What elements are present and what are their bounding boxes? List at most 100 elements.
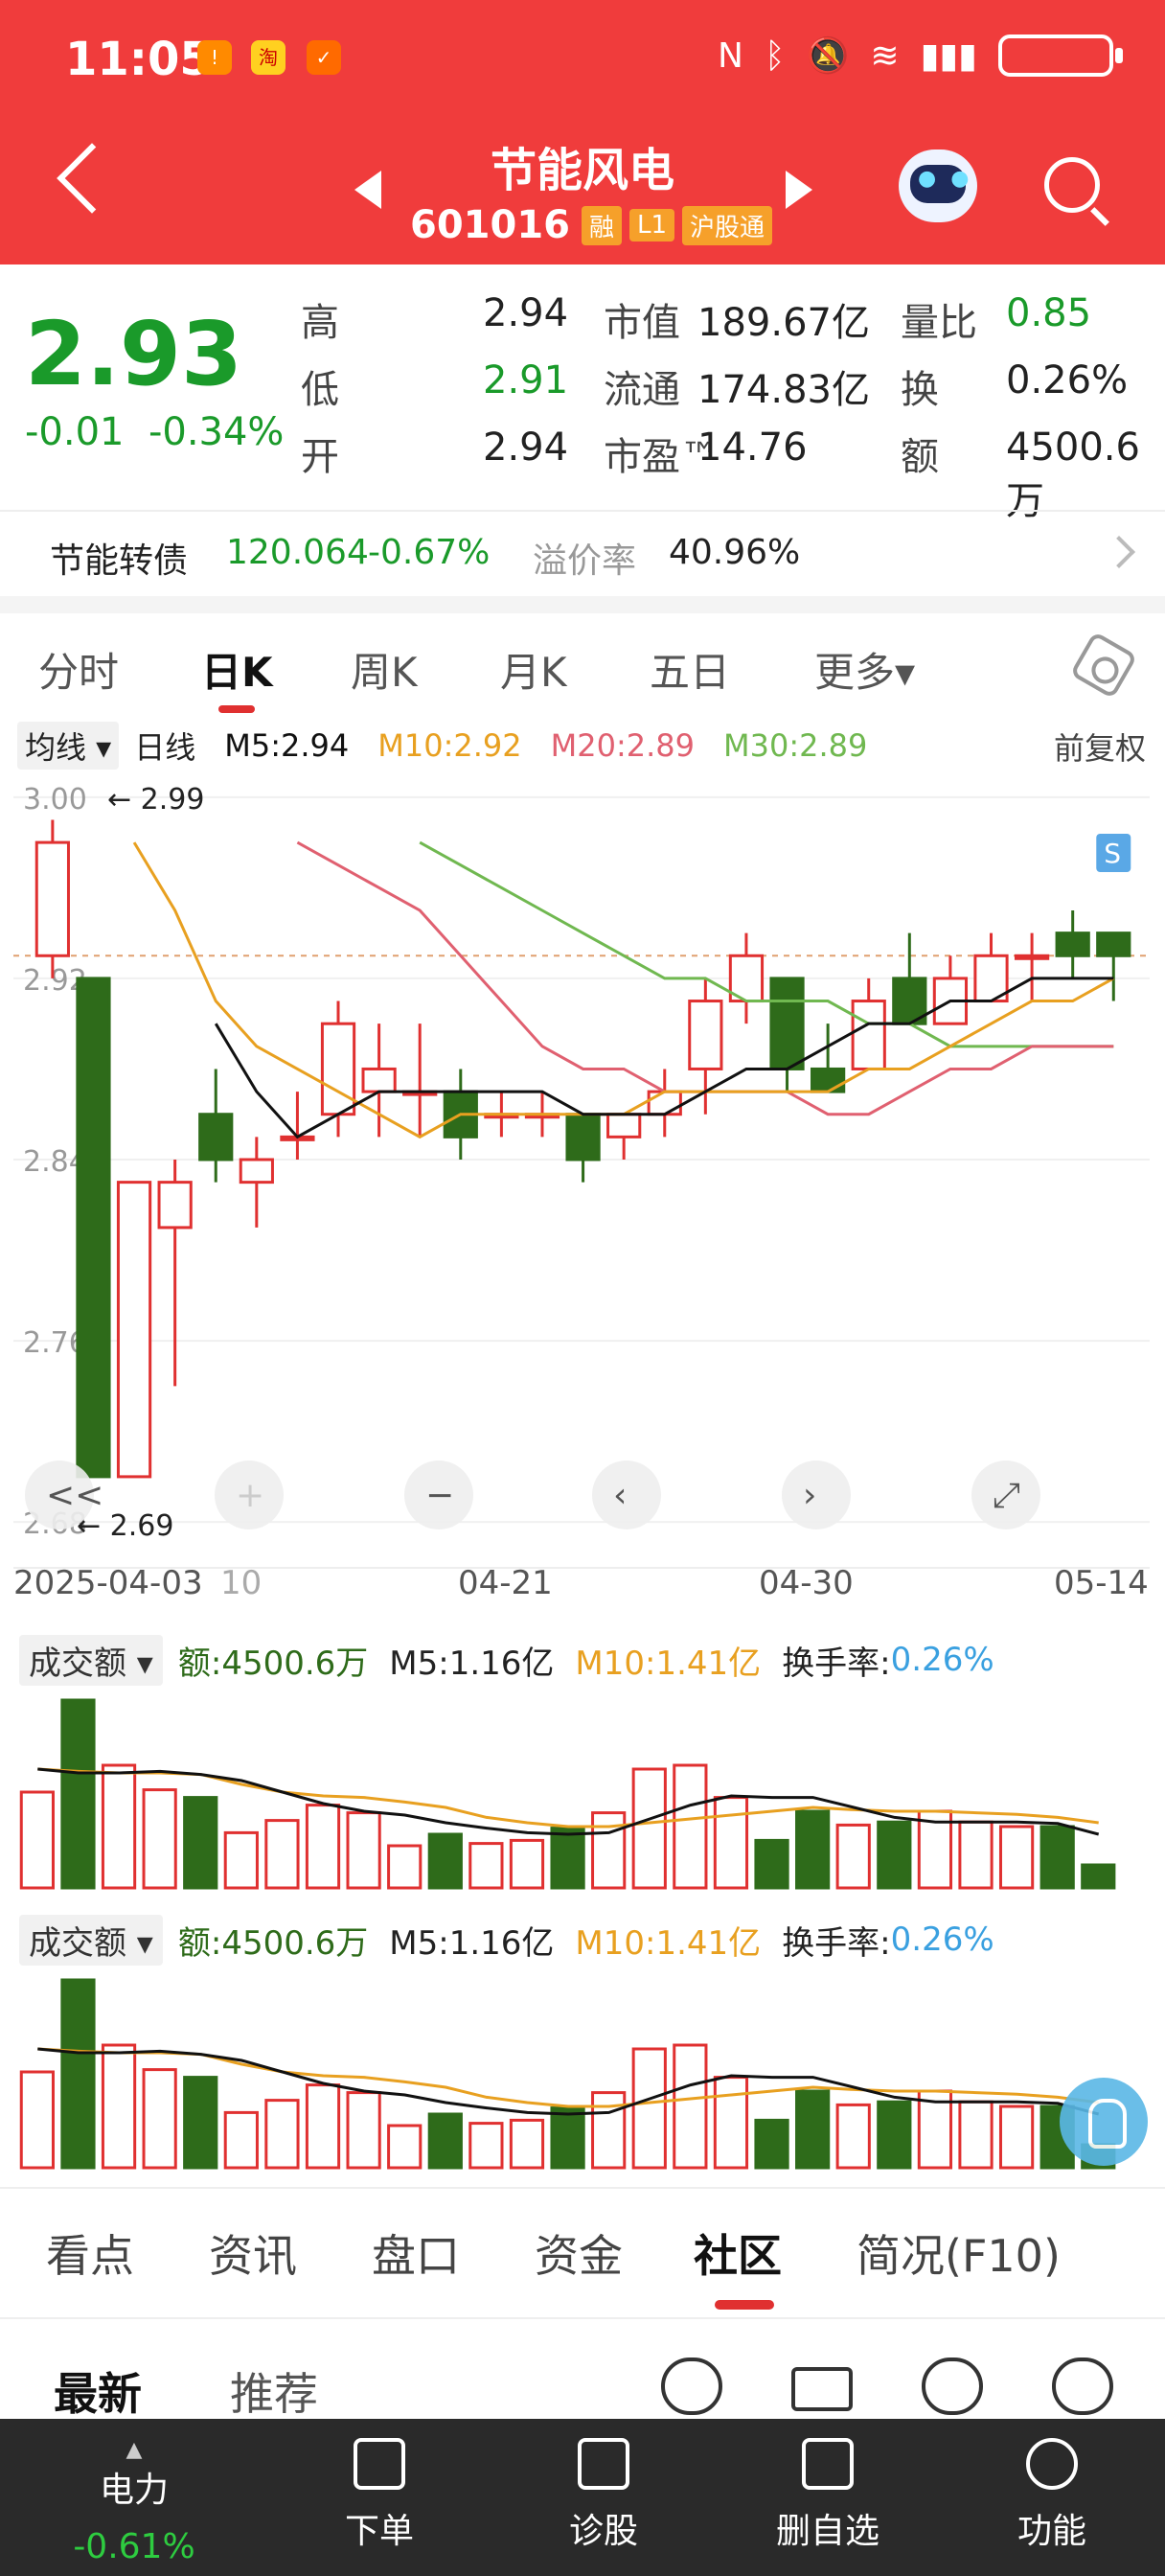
status-time: 11:05 [65,33,212,86]
volume-bar [19,2070,55,2170]
nav-functions[interactable]: 功能 [985,2438,1119,2553]
volume-bar [468,1842,504,1890]
lightbulb-icon[interactable] [1060,2078,1148,2166]
candle-body [769,977,805,1070]
quote-label3-2: 额 [901,435,939,479]
nav-order[interactable]: 下单 [312,2438,446,2553]
volume-bar [550,1827,585,1890]
volume-bar [754,2118,789,2170]
subtab-recommended[interactable]: 推荐 [230,2359,318,2423]
bluetooth-icon: ᛒ [764,35,786,76]
refresh-icon[interactable] [1052,2358,1113,2415]
volume-chart-1[interactable] [0,1687,1165,1894]
caret-up-icon: ▲ [126,2438,143,2462]
quote-value2-0: 189.67亿 [697,301,870,345]
cb-pct: -0.67% [368,533,491,572]
volume-bar [795,1809,831,1890]
tab-monthly-k[interactable]: 月K [500,640,567,699]
cb-premium: 40.96% [669,533,801,572]
search-icon[interactable] [1044,157,1100,213]
date-end: 05-14 [1054,1564,1149,1602]
nav-diagnose-label: 诊股 [568,2512,638,2551]
volume-bar [958,1820,994,1890]
community-logo-icon[interactable] [661,2358,722,2415]
candle-body [34,840,70,957]
date-mid2: 04-30 [759,1564,854,1602]
volume-legend-2: 成交额 ▾ 额:4500.6万 M5:1.16亿 M10:1.41亿 换手率: 0… [19,1913,994,1966]
signal-icon: ▮▮▮ [920,35,977,76]
volume-bar [223,2110,259,2170]
tab-order-book[interactable]: 盘口 [372,2221,460,2285]
header-bar: 11:05 ! 淘 ✓ N ᛒ 🔕 ≋ ▮▮▮ 节能风电 601016 融 L1… [0,0,1165,264]
nav-diagnose[interactable]: 诊股 [537,2438,671,2553]
tab-daily-k[interactable]: 日K [201,640,273,699]
quote-value2-2: 14.76 [697,426,808,470]
chart-control-icon: + [236,1476,264,1515]
tab-more[interactable]: 更多▾ [814,640,915,699]
tab-five-day[interactable]: 五日 [650,640,730,699]
subtab-latest[interactable]: 最新 [54,2359,142,2423]
convertible-bond-row[interactable]: 节能转债 120.064 -0.67% 溢价率 40.96% [0,510,1165,596]
candle-body [647,1090,682,1116]
volume-bar [1081,1863,1116,1890]
chart-control-icon: › [803,1476,816,1515]
nav-sector[interactable]: ▲ 电力 -0.61% [67,2438,201,2566]
quote-label2-1: 流通 [604,368,680,412]
quote-label3-0: 量比 [901,301,977,345]
quote-value-2: 2.94 [483,426,569,470]
volume-select[interactable]: 成交额 ▾ [19,1914,163,1966]
robot-assistant-icon[interactable] [899,150,977,222]
tab-highlights[interactable]: 看点 [46,2221,134,2285]
candle-body [116,1181,152,1479]
candle-body [239,1158,274,1184]
mail-icon[interactable] [791,2367,853,2411]
tab-funds[interactable]: 资金 [535,2221,623,2285]
volume-bar [958,2100,994,2170]
settings-icon[interactable] [1069,631,1138,700]
candle-body [851,1000,886,1070]
wifi-icon: ≋ [870,35,900,76]
ma-period: 日线 [134,729,196,766]
kline-chart[interactable]: 3.002.922.842.762.68← 2.99← 2.69S<<+−‹›⤢ [0,767,1165,1629]
volume-chart-2[interactable] [0,1966,1165,2174]
quote-label2-0: 市值 [604,301,680,345]
volume-bar [223,1830,259,1890]
volume-bar [142,2068,177,2170]
volume-bar [305,1804,341,1890]
candle-body [198,1113,234,1162]
stock-code: 601016 [410,203,570,247]
nfc-icon: N [718,35,743,76]
tab-weekly-k[interactable]: 周K [351,640,418,699]
turnover-value: 0.26% [890,1641,994,1679]
nav-remove-watchlist[interactable]: 删自选 [761,2438,895,2553]
tab-news[interactable]: 资讯 [209,2221,297,2285]
volume-bar [713,1796,749,1890]
volume-bar [591,1811,627,1890]
tab-f10[interactable]: 简况(F10) [857,2221,1061,2285]
volume-bar [427,2112,463,2170]
volume-bar [795,2089,831,2170]
volume-select[interactable]: 成交额 ▾ [19,1634,163,1686]
tab-community[interactable]: 社区 [694,2221,782,2285]
signal-text: S [1104,838,1121,869]
adjust-mode[interactable]: 前复权 [1054,724,1146,769]
nav-remove-label: 删自选 [775,2512,879,2551]
ma-m20: M20:2.89 [550,727,695,764]
volume-bar [998,1825,1035,1890]
date-start: 2025-04-03 [13,1564,203,1602]
volume-m5: M5:1.16亿 [389,1644,555,1683]
user-icon[interactable] [922,2358,983,2415]
date-partial: 10 [220,1564,263,1602]
candle-body [1014,954,1050,960]
volume-amount: 额:4500.6万 [177,1644,369,1683]
candle-body [361,1067,397,1093]
quote-label-2: 开 [301,435,339,479]
volume-bar [101,2043,137,2170]
tag-margin: 融 [582,205,623,245]
ma-m10: M10:2.92 [377,727,522,764]
candle-body [76,977,111,1479]
price-change: -0.01 -0.34% [25,410,284,454]
tab-intraday[interactable]: 分时 [38,640,119,699]
ma-select[interactable]: 均线 ▾ [17,722,120,770]
divider [0,2187,1165,2189]
